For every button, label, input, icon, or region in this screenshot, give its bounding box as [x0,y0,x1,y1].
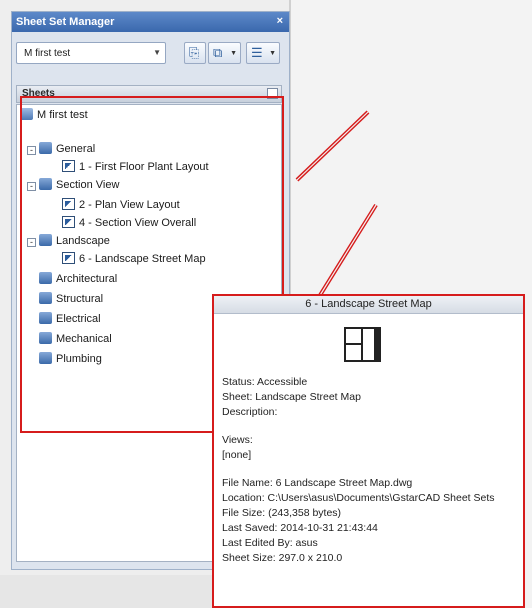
sheet-text: Sheet: Landscape Street Map [222,391,361,403]
file-name-text: File Name: 6 Landscape Street Map.dwg [222,477,413,489]
views-value: [none] [222,449,252,461]
description-label: Description: [222,406,278,418]
popup-title-bar: 6 - Landscape Street Map [214,296,523,314]
annotation-arrow-upper [295,110,370,182]
sheet-thumbnail-icon [344,327,381,362]
location-text: Location: C:\Users\asus\Documents\GstarC… [222,492,495,504]
status-text: Status: Accessible [222,376,308,388]
sheet-size-text: Sheet Size: 297.0 x 210.0 [222,552,343,564]
file-size-text: File Size: (243,358 bytes) [222,507,342,519]
last-edited-by-text: Last Edited By: asus [222,537,318,549]
views-label: Views: [222,434,253,446]
sheet-details-popup: 6 - Landscape Street Map Status: Accessi… [212,294,525,608]
popup-title: 6 - Landscape Street Map [305,298,432,310]
last-saved-text: Last Saved: 2014-10-31 21:43:44 [222,522,378,534]
